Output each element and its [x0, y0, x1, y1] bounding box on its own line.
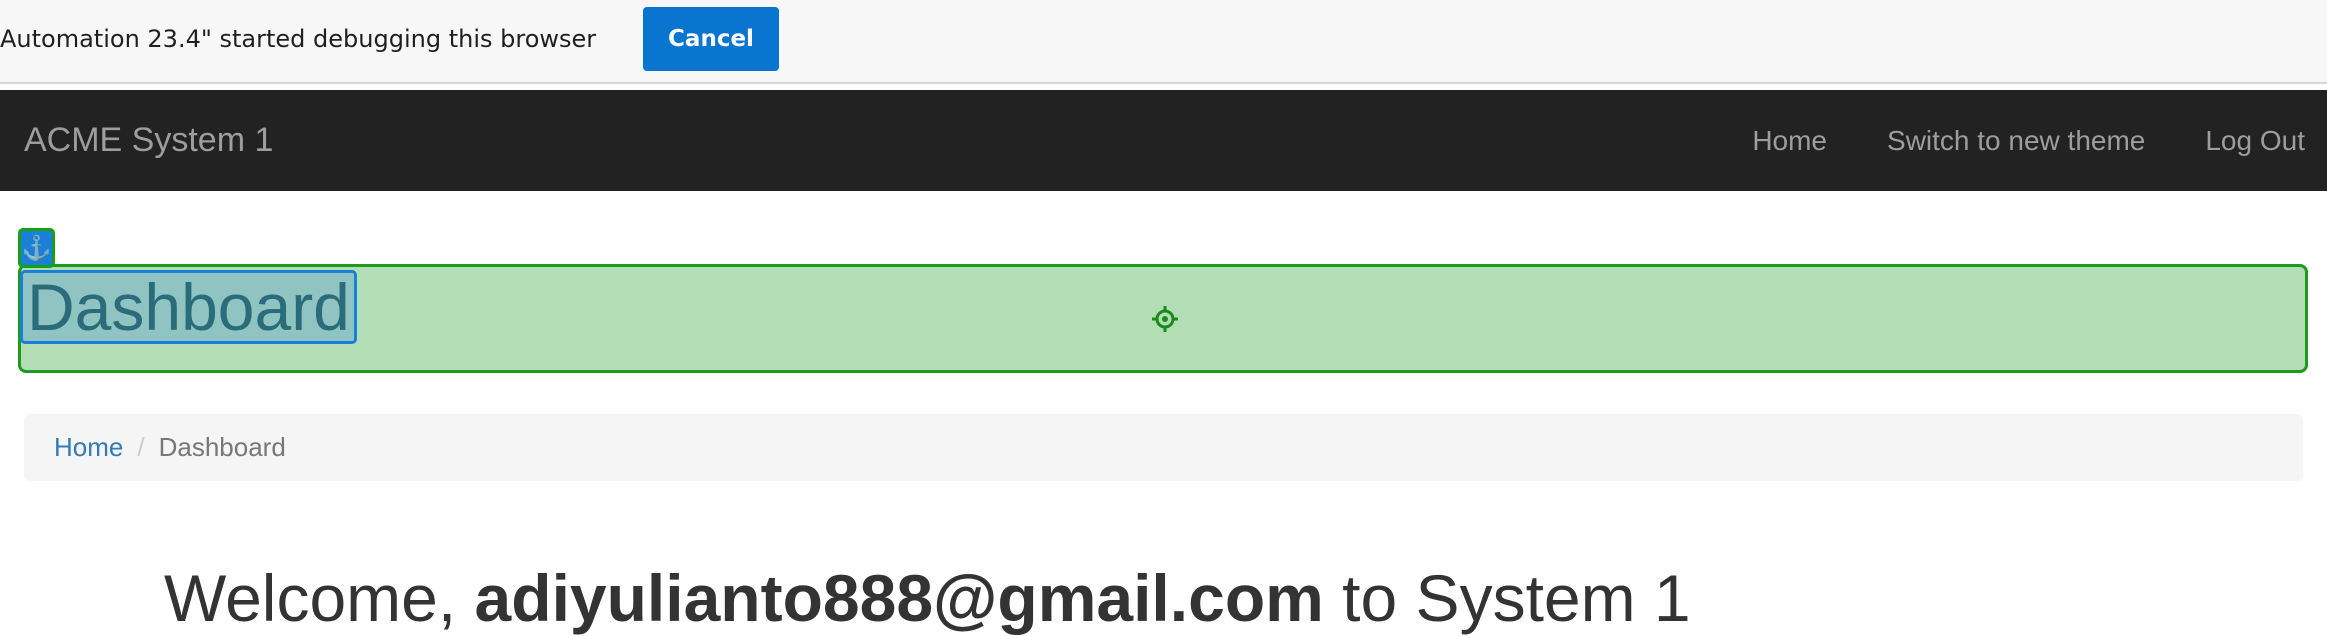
welcome-suffix: to System 1 — [1323, 561, 1691, 635]
breadcrumb: Home / Dashboard — [24, 414, 2303, 481]
nav-home-link[interactable]: Home — [1752, 125, 1849, 157]
breadcrumb-home-link[interactable]: Home — [54, 432, 123, 463]
nav-switch-theme-link[interactable]: Switch to new theme — [1849, 125, 2167, 157]
anchor-icon[interactable]: ⚓ — [18, 228, 55, 268]
nav-links: Home Switch to new theme Log Out — [1752, 90, 2327, 191]
crosshair-icon — [1152, 306, 1178, 332]
page-title: Dashboard — [20, 270, 357, 344]
debugging-infobar: Automation 23.4" started debugging this … — [0, 0, 2327, 84]
welcome-prefix: Welcome, — [164, 561, 475, 635]
infobar-message: Automation 23.4" started debugging this … — [0, 25, 597, 53]
brand-link[interactable]: ACME System 1 — [24, 90, 273, 191]
nav-logout-link[interactable]: Log Out — [2167, 125, 2327, 157]
top-navbar: ACME System 1 Home Switch to new theme L… — [0, 90, 2327, 191]
breadcrumb-current: Dashboard — [158, 432, 286, 462]
welcome-message: Welcome, adiyulianto888@gmail.com to Sys… — [164, 560, 1691, 636]
breadcrumb-separator: / — [137, 432, 145, 462]
cancel-button[interactable]: Cancel — [643, 7, 779, 71]
welcome-user-email: adiyulianto888@gmail.com — [474, 561, 1324, 635]
